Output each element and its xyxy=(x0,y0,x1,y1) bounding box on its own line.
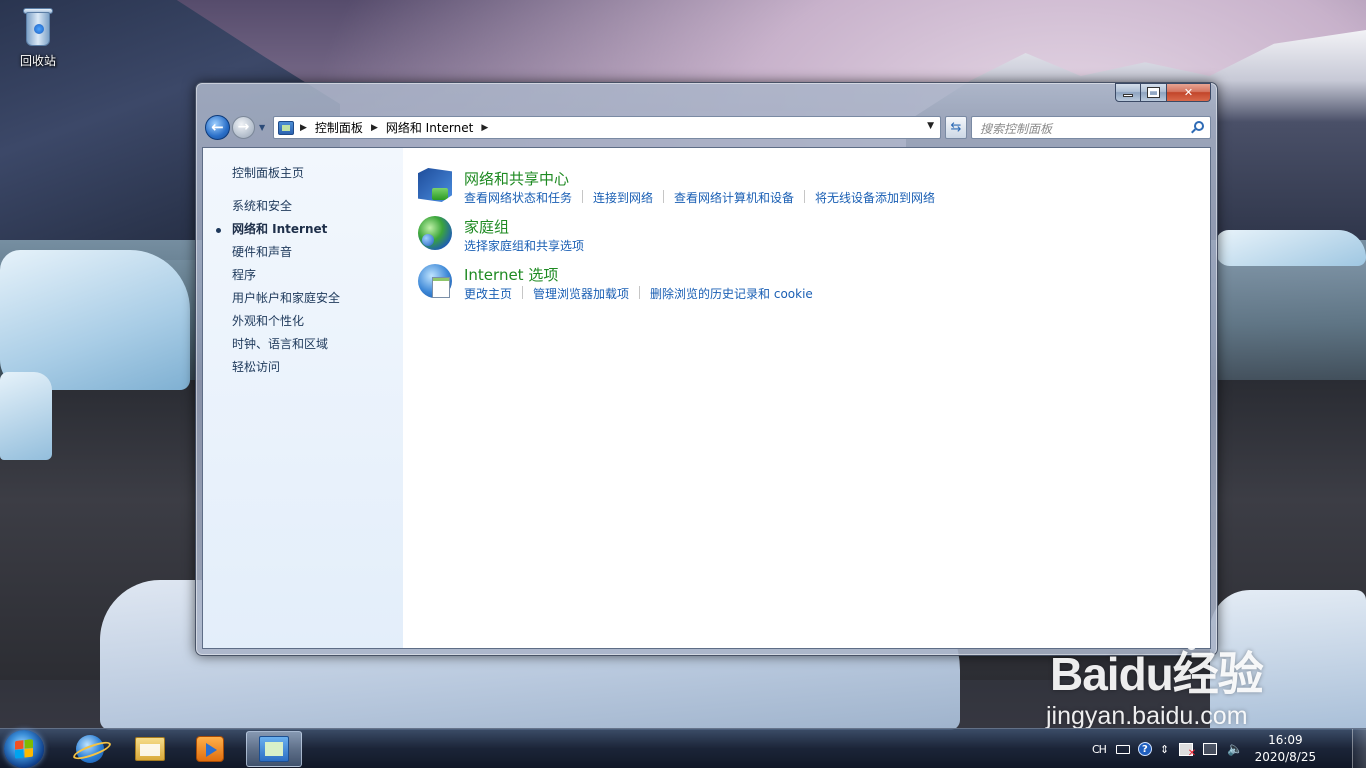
navigation-bar: ← → ▼ ▶ 控制面板 ▶ 网络和 Internet ▶ ▼ ⇆ 搜索控制面板 xyxy=(203,115,1211,141)
sidebar-item-programs[interactable]: 程序 xyxy=(232,266,256,283)
link-homegroup-sharing-options[interactable]: 选择家庭组和共享选项 xyxy=(464,237,584,254)
close-button[interactable]: ✕ xyxy=(1167,83,1211,102)
clock[interactable]: 16:09 2020/8/25 xyxy=(1253,732,1317,766)
volume-icon[interactable]: 🔈 xyxy=(1227,742,1243,757)
media-player-icon xyxy=(196,736,224,762)
active-bullet-icon xyxy=(216,228,221,233)
link-connect-to-network[interactable]: 连接到网络 xyxy=(593,189,653,206)
search-icon[interactable] xyxy=(1194,121,1204,131)
category-title[interactable]: Internet 选项 xyxy=(464,264,558,285)
recent-pages-dropdown[interactable]: ▼ xyxy=(259,123,265,132)
link-view-network-status[interactable]: 查看网络状态和任务 xyxy=(464,189,572,206)
link-divider xyxy=(639,286,641,299)
link-add-wireless-device[interactable]: 将无线设备添加到网络 xyxy=(815,189,935,206)
forward-arrow-icon: → xyxy=(237,119,250,135)
network-icon[interactable] xyxy=(1203,743,1218,755)
link-delete-browsing-history[interactable]: 删除浏览的历史记录和 cookie xyxy=(650,285,813,302)
back-button[interactable]: ← xyxy=(205,115,230,140)
control-panel-icon xyxy=(259,736,289,762)
watermark-brand: Baidu经验 xyxy=(1050,648,1264,700)
clock-date: 2020/8/25 xyxy=(1254,750,1317,764)
address-dropdown-icon[interactable]: ▼ xyxy=(927,121,934,131)
link-manage-add-ons[interactable]: 管理浏览器加载项 xyxy=(533,285,629,302)
watermark-url: jingyan.baidu.com xyxy=(1046,702,1248,730)
show-hidden-icons-icon[interactable]: ⇕ xyxy=(1160,743,1169,756)
desktop-icon-label: 回收站 xyxy=(19,54,56,68)
taskbar-item-control-panel[interactable] xyxy=(246,731,302,767)
breadcrumb-network-internet[interactable]: 网络和 Internet xyxy=(386,119,473,136)
language-indicator[interactable]: CH xyxy=(1092,743,1107,756)
refresh-icon: ⇆ xyxy=(950,120,962,135)
action-center-icon[interactable] xyxy=(1179,742,1196,759)
category-links: 查看网络状态和任务 连接到网络 查看网络计算机和设备 将无线设备添加到网络 xyxy=(464,189,935,206)
back-arrow-icon: ← xyxy=(211,118,224,136)
network-sharing-icon[interactable] xyxy=(418,168,452,202)
clock-time: 16:09 xyxy=(1268,733,1303,747)
sidebar-item-system-security[interactable]: 系统和安全 xyxy=(232,197,292,214)
main-content: 网络和共享中心 查看网络状态和任务 连接到网络 查看网络计算机和设备 将无线设备… xyxy=(418,148,1210,648)
recycle-bin-icon xyxy=(21,6,55,48)
internet-explorer-icon xyxy=(76,735,104,763)
desktop-icon-recycle-bin[interactable]: 回收站 xyxy=(10,6,66,69)
sidebar-item-clock-language[interactable]: 时钟、语言和区域 xyxy=(232,335,328,352)
sidebar-item-appearance[interactable]: 外观和个性化 xyxy=(232,312,304,329)
sidebar: 控制面板主页 系统和安全 网络和 Internet 硬件和声音 程序 用户帐户和… xyxy=(203,148,403,648)
category-title[interactable]: 网络和共享中心 xyxy=(464,168,569,189)
search-input[interactable]: 搜索控制面板 xyxy=(971,116,1211,139)
search-placeholder: 搜索控制面板 xyxy=(980,122,1053,136)
control-panel-icon xyxy=(278,120,294,135)
internet-options-icon[interactable] xyxy=(418,264,452,298)
system-tray: CH ? ⇕ 🔈 16:09 2020/8/25 xyxy=(1092,729,1317,768)
refresh-button[interactable]: ⇆ xyxy=(945,116,967,139)
keyboard-icon[interactable] xyxy=(1115,744,1130,754)
start-button[interactable] xyxy=(4,730,44,768)
minimize-button[interactable] xyxy=(1115,83,1141,102)
sidebar-item-ease-of-access[interactable]: 轻松访问 xyxy=(232,358,280,375)
homegroup-icon[interactable] xyxy=(418,216,452,250)
link-divider xyxy=(522,286,524,299)
link-divider xyxy=(582,190,584,203)
category-links: 更改主页 管理浏览器加载项 删除浏览的历史记录和 cookie xyxy=(464,285,813,302)
maximize-icon xyxy=(1147,87,1160,98)
sidebar-item-user-accounts[interactable]: 用户帐户和家庭安全 xyxy=(232,289,340,306)
forward-button[interactable]: → xyxy=(232,116,255,139)
close-icon: ✕ xyxy=(1183,86,1194,99)
category-links: 选择家庭组和共享选项 xyxy=(464,237,584,254)
breadcrumb-control-panel[interactable]: 控制面板 xyxy=(315,119,363,136)
breadcrumb-separator-icon[interactable]: ▶ xyxy=(371,123,378,133)
sidebar-item-home[interactable]: 控制面板主页 xyxy=(232,164,304,181)
minimize-icon xyxy=(1123,94,1133,97)
control-panel-window[interactable]: ✕ ← → ▼ ▶ 控制面板 ▶ 网络和 Internet ▶ ▼ ⇆ 搜索控制… xyxy=(195,82,1218,656)
taskbar-item-file-explorer[interactable] xyxy=(122,731,178,767)
show-desktop-button[interactable] xyxy=(1352,729,1366,768)
caption-buttons: ✕ xyxy=(1115,83,1211,102)
breadcrumb-separator-icon[interactable]: ▶ xyxy=(300,123,307,133)
taskbar: CH ? ⇕ 🔈 16:09 2020/8/25 xyxy=(0,728,1366,768)
link-divider xyxy=(663,190,665,203)
sidebar-item-network-internet[interactable]: 网络和 Internet xyxy=(232,220,327,237)
taskbar-item-internet-explorer[interactable] xyxy=(62,731,118,767)
breadcrumb-separator-icon[interactable]: ▶ xyxy=(481,123,488,133)
windows-logo-icon xyxy=(15,739,33,759)
client-area: 控制面板主页 系统和安全 网络和 Internet 硬件和声音 程序 用户帐户和… xyxy=(202,147,1211,649)
category-title[interactable]: 家庭组 xyxy=(464,216,509,237)
link-change-home-page[interactable]: 更改主页 xyxy=(464,285,512,302)
taskbar-item-media-player[interactable] xyxy=(182,731,238,767)
link-divider xyxy=(804,190,806,203)
address-bar[interactable]: ▶ 控制面板 ▶ 网络和 Internet ▶ ▼ xyxy=(273,116,941,139)
link-view-network-computers[interactable]: 查看网络计算机和设备 xyxy=(674,189,794,206)
maximize-button[interactable] xyxy=(1141,83,1167,102)
sidebar-item-hardware-sound[interactable]: 硬件和声音 xyxy=(232,243,292,260)
help-icon[interactable]: ? xyxy=(1137,742,1152,756)
file-explorer-icon xyxy=(135,737,165,761)
